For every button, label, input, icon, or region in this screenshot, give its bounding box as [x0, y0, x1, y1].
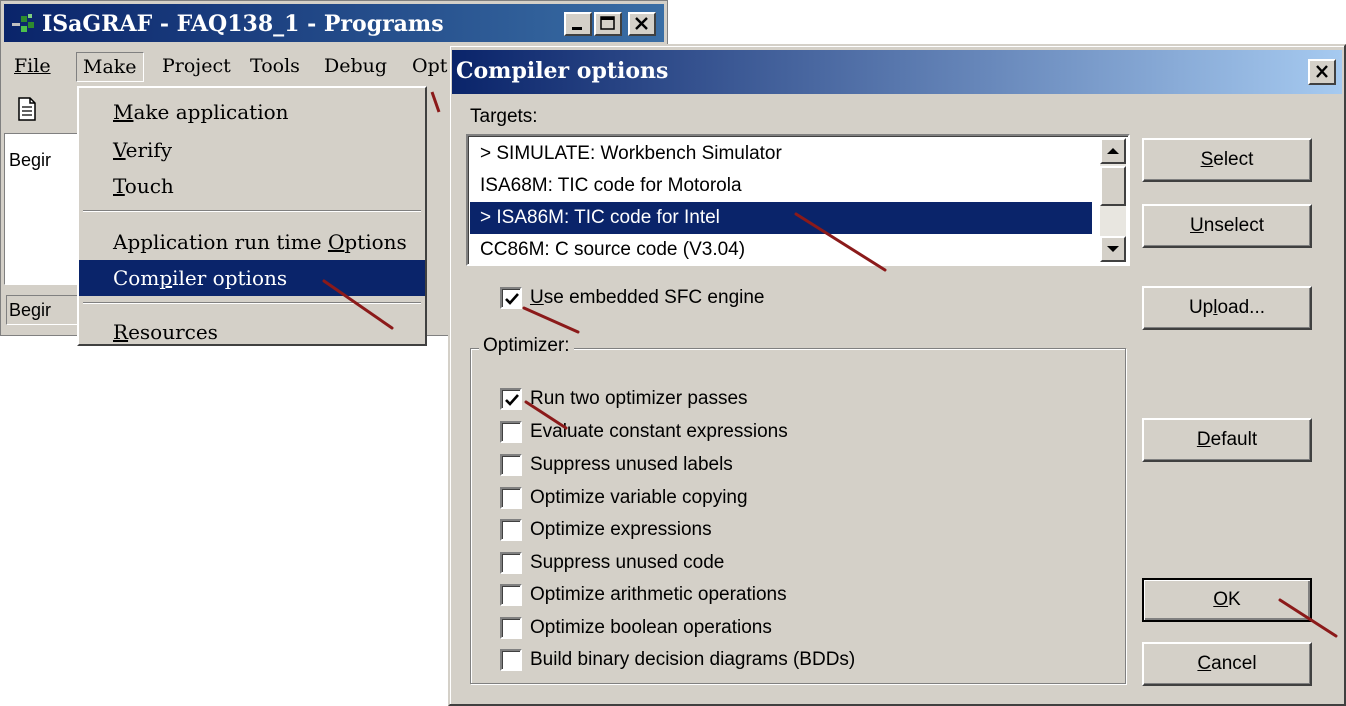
menu-item-compiler-options[interactable]: Compiler options	[79, 260, 425, 296]
targets-scrollbar[interactable]	[1100, 138, 1126, 262]
menu-file[interactable]: File	[8, 52, 57, 82]
default-button[interactable]: Default	[1142, 418, 1312, 462]
scroll-up-icon	[1107, 148, 1119, 154]
menu-tools[interactable]: Tools	[244, 52, 306, 82]
checkbox[interactable]	[500, 421, 522, 443]
menu-item-make-application[interactable]: Make application	[79, 94, 425, 130]
cancel-button[interactable]: Cancel	[1142, 642, 1312, 686]
window-title: ISaGRAF - FAQ138_1 - Programs	[42, 11, 444, 37]
dialog-titlebar: Compiler options	[452, 50, 1342, 94]
maximize-button[interactable]	[594, 12, 622, 36]
targets-label: Targets:	[470, 106, 538, 127]
checkbox[interactable]	[500, 287, 522, 309]
dialog-title: Compiler options	[456, 58, 669, 84]
scroll-down-button[interactable]	[1100, 236, 1126, 262]
maximize-icon	[600, 16, 615, 30]
minimize-icon	[572, 27, 582, 30]
menu-options[interactable]: Opt	[406, 52, 453, 82]
isagraf-logo-icon	[12, 14, 34, 32]
unselect-button[interactable]: Unselect	[1142, 204, 1312, 248]
list-item[interactable]: Begir	[9, 150, 51, 171]
checkmark-icon	[505, 293, 519, 305]
checkbox[interactable]	[500, 388, 522, 410]
dialog-close-button[interactable]	[1308, 59, 1336, 85]
optimizer-label: Optimizer:	[479, 335, 574, 357]
checkbox[interactable]	[500, 454, 522, 476]
checkbox[interactable]	[500, 584, 522, 606]
make-menu-dropdown: Make application Verify Touch Applicatio…	[77, 86, 427, 346]
menu-separator	[83, 210, 421, 212]
scroll-thumb[interactable]	[1100, 166, 1126, 206]
checkbox[interactable]	[500, 617, 522, 639]
scroll-up-button[interactable]	[1100, 138, 1126, 164]
upload-button[interactable]: Upload...	[1142, 286, 1312, 330]
menu-make[interactable]: Make	[76, 52, 144, 82]
checkbox[interactable]	[500, 519, 522, 541]
ok-button[interactable]: OK	[1142, 578, 1312, 622]
target-row-cc86m[interactable]: CC86M: C source code (V3.04)	[470, 234, 1092, 264]
close-icon	[1316, 65, 1328, 78]
compiler-options-dialog: Compiler options Targets: > SIMULATE: Wo…	[448, 44, 1346, 706]
menu-item-resources[interactable]: Resources	[79, 314, 425, 344]
menu-item-touch[interactable]: Touch	[79, 168, 425, 204]
target-row-isa68m[interactable]: ISA68M: TIC code for Motorola	[470, 170, 1092, 202]
checkbox[interactable]	[500, 487, 522, 509]
target-row-simulate[interactable]: > SIMULATE: Workbench Simulator	[470, 138, 1092, 170]
select-button[interactable]: Select	[1142, 138, 1312, 182]
checkmark-icon	[505, 394, 519, 406]
menu-separator	[83, 302, 421, 304]
checkbox[interactable]	[500, 552, 522, 574]
menu-debug[interactable]: Debug	[318, 52, 393, 82]
targets-listbox[interactable]: > SIMULATE: Workbench Simulator ISA68M: …	[466, 134, 1130, 266]
menu-project[interactable]: Project	[156, 52, 237, 82]
target-row-isa86m[interactable]: > ISA86M: TIC code for Intel	[470, 202, 1092, 234]
minimize-button[interactable]	[564, 12, 592, 36]
document-icon[interactable]	[14, 96, 40, 122]
main-titlebar: ISaGRAF - FAQ138_1 - Programs	[4, 4, 664, 42]
optimizer-groupbox: Optimizer: Run two optimizer passes Eval…	[470, 335, 1126, 684]
menu-item-application-run-time-options[interactable]: Application run time Options	[79, 224, 425, 260]
scroll-down-icon	[1107, 246, 1119, 252]
menu-item-verify[interactable]: Verify	[79, 132, 425, 168]
checkbox[interactable]	[500, 649, 522, 671]
close-button[interactable]	[628, 12, 656, 36]
close-icon	[635, 17, 648, 30]
